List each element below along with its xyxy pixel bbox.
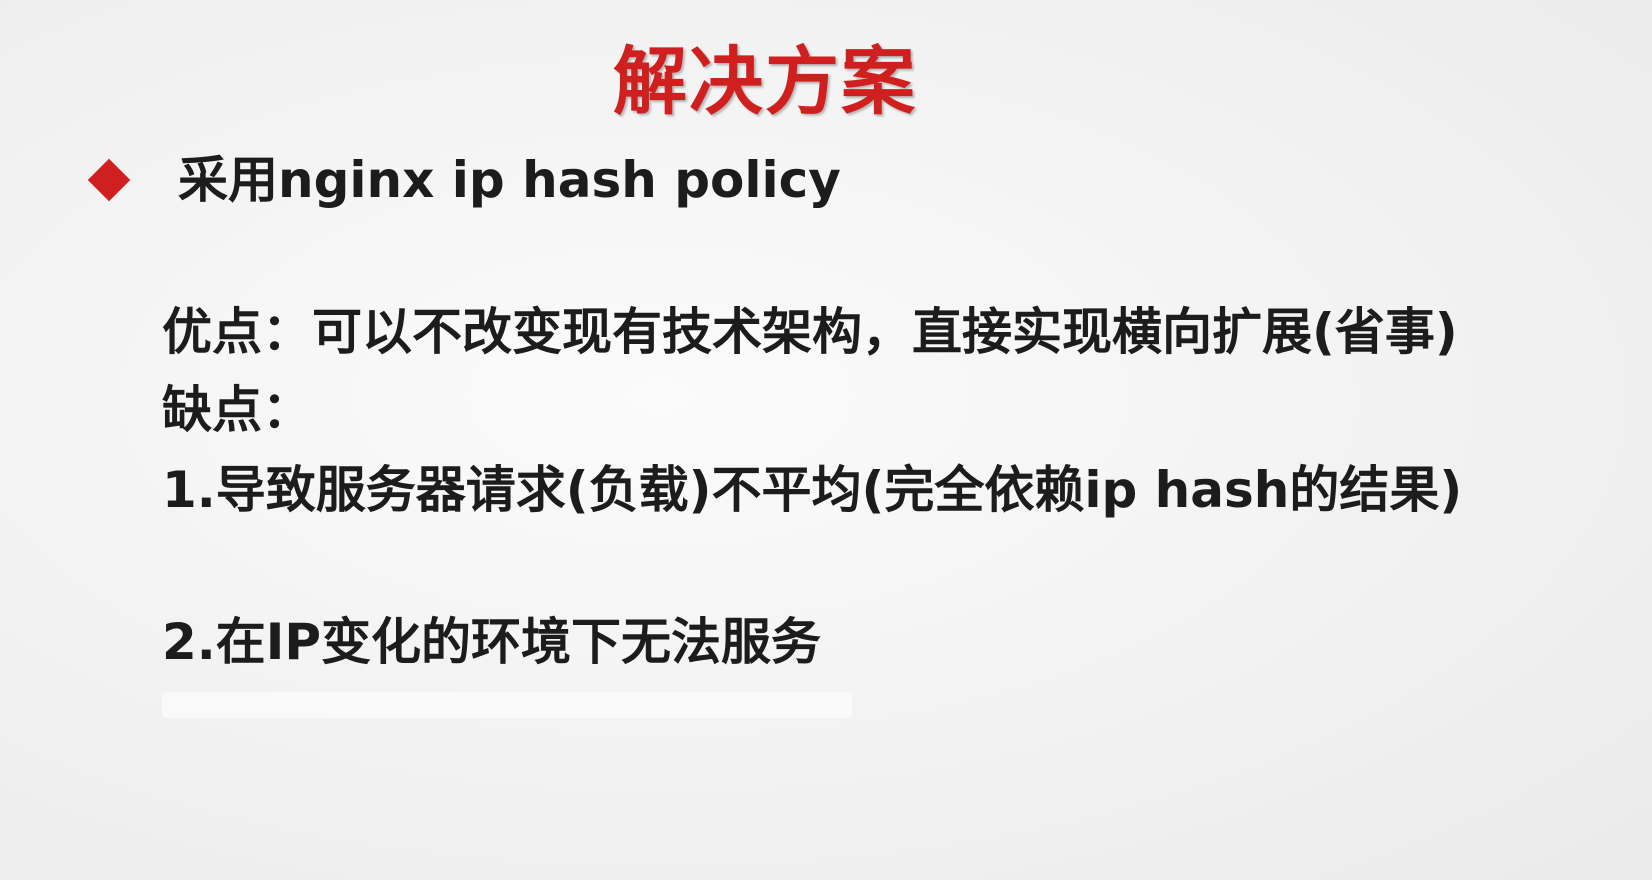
faded-text-area [162,692,852,718]
red-diamond-bullet-icon [87,158,131,202]
bullet-row: 采用nginx ip hash policy [86,150,841,210]
cons-label: 缺点： [162,381,312,439]
con-item-1: 1.导致服务器请求(负载)不平均(完全依赖ip hash的结果) [162,461,1463,519]
con-item-2: 2.在IP变化的环境下无法服务 [162,613,822,671]
pros-line: 优点：可以不改变现有技术架构，直接实现横向扩展(省事) [162,303,1458,361]
bullet-text: 采用nginx ip hash policy [178,151,841,209]
slide-title: 解决方案 [613,39,917,125]
slide: 解决方案 采用nginx ip hash policy 优点：可以不改变现有技术… [0,0,1652,880]
